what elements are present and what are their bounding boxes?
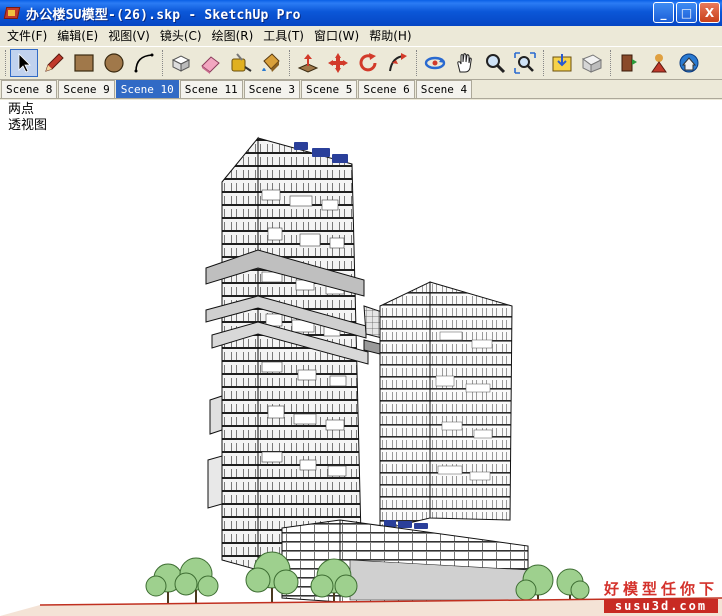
- get-models-tool-button[interactable]: [548, 49, 576, 77]
- toolbar-separator: [289, 50, 292, 76]
- zoom-tool-button[interactable]: [481, 49, 509, 77]
- pencil-icon: [45, 53, 64, 72]
- scene-tab[interactable]: Scene 9: [58, 80, 115, 98]
- select-tool-button[interactable]: [10, 49, 38, 77]
- arc-tool-button[interactable]: [130, 49, 158, 77]
- scene-tab[interactable]: Scene 11: [179, 80, 243, 98]
- scene-tab[interactable]: Scene 4: [415, 80, 473, 98]
- main-toolbar: [0, 46, 722, 80]
- scene-tab[interactable]: Scene 6: [358, 80, 415, 98]
- building-model: [0, 136, 722, 616]
- component-icon: [171, 55, 191, 72]
- camera-label: 两点 透视图: [8, 102, 47, 134]
- arc-icon: [134, 53, 154, 73]
- geo-location-tool-button[interactable]: [675, 49, 703, 77]
- toolbar-grip[interactable]: [5, 50, 8, 76]
- watermark-main: 好模型任你下: [603, 580, 718, 598]
- title-bar[interactable]: 办公楼SU模型-(26).skp - SketchUp Pro _ □ X: [0, 0, 722, 26]
- menu-bar: 文件(F) 编辑(E) 视图(V) 镜头(C) 绘图(R) 工具(T) 窗口(W…: [0, 26, 722, 46]
- orbit-icon: [424, 56, 446, 70]
- close-button[interactable]: X: [699, 2, 720, 23]
- rectangle-tool-button[interactable]: [70, 49, 98, 77]
- move-icon: [328, 53, 348, 73]
- zoom-extents-tool-button[interactable]: [511, 49, 539, 77]
- line-tool-button[interactable]: [40, 49, 68, 77]
- pan-tool-button[interactable]: [451, 49, 479, 77]
- sketchup-app-icon[interactable]: [3, 5, 21, 21]
- pan-hand-icon: [457, 53, 472, 73]
- rectangle-icon: [74, 54, 94, 72]
- extension-icon: [651, 54, 667, 73]
- paint-bucket-icon: [262, 53, 280, 72]
- follow-me-icon: [389, 53, 407, 72]
- get-models-icon: [552, 54, 572, 72]
- menu-file[interactable]: 文件(F): [2, 26, 52, 46]
- menu-window[interactable]: 窗口(W): [309, 26, 364, 46]
- menu-draw[interactable]: 绘图(R): [207, 26, 259, 46]
- toolbar-separator: [543, 50, 546, 76]
- zoom-extents-icon: [514, 52, 536, 74]
- share-model-icon: [581, 54, 603, 73]
- orbit-tool-button[interactable]: [421, 49, 449, 77]
- tape-measure-tool-button[interactable]: [227, 49, 255, 77]
- window-title: 办公楼SU模型-(26).skp - SketchUp Pro: [26, 7, 301, 23]
- follow-me-tool-button[interactable]: [384, 49, 412, 77]
- maximize-button[interactable]: □: [676, 2, 697, 23]
- paint-bucket-tool-button[interactable]: [257, 49, 285, 77]
- window-controls: _ □ X: [653, 2, 720, 23]
- circle-tool-button[interactable]: [100, 49, 128, 77]
- menu-help[interactable]: 帮助(H): [364, 26, 416, 46]
- camera-label-line1: 两点: [8, 102, 35, 117]
- menu-tools[interactable]: 工具(T): [258, 26, 309, 46]
- scene-tab[interactable]: Scene 8: [1, 80, 58, 98]
- watermark: 好模型任你下 susu3d.com: [603, 578, 718, 613]
- share-component-tool-button[interactable]: [615, 49, 643, 77]
- move-tool-button[interactable]: [324, 49, 352, 77]
- geo-location-icon: [679, 53, 699, 73]
- toolbar-separator: [610, 50, 613, 76]
- eraser-icon: [201, 56, 220, 74]
- eraser-tool-button[interactable]: [197, 49, 225, 77]
- push-pull-tool-button[interactable]: [294, 49, 322, 77]
- rotate-tool-button[interactable]: [354, 49, 382, 77]
- scene-tab[interactable]: Scene 5: [301, 80, 358, 98]
- tape-measure-icon: [231, 53, 252, 72]
- toolbar-separator: [162, 50, 165, 76]
- share-component-icon: [621, 54, 637, 72]
- watermark-sub: susu3d.com: [603, 599, 718, 613]
- arrow-cursor-icon: [18, 53, 31, 73]
- rotate-icon: [359, 53, 377, 72]
- camera-label-line2: 透视图: [8, 118, 48, 133]
- scene-tab-active[interactable]: Scene 10: [115, 80, 179, 98]
- scene-tab[interactable]: Scene 3: [243, 80, 301, 98]
- push-pull-icon: [297, 54, 319, 73]
- menu-edit[interactable]: 编辑(E): [52, 26, 103, 46]
- toolbar-separator: [416, 50, 419, 76]
- menu-camera[interactable]: 镜头(C): [155, 26, 207, 46]
- zoom-icon: [486, 54, 506, 74]
- model-viewport[interactable]: 两点 透视图 好模型任你下 susu3d.com: [0, 100, 722, 616]
- menu-view[interactable]: 视图(V): [103, 26, 155, 46]
- extension-tool-button[interactable]: [645, 49, 673, 77]
- minimize-button[interactable]: _: [653, 2, 674, 23]
- circle-icon: [104, 53, 124, 73]
- make-component-tool-button[interactable]: [167, 49, 195, 77]
- share-model-tool-button[interactable]: [578, 49, 606, 77]
- scene-tab-bar: Scene 8 Scene 9 Scene 10 Scene 11 Scene …: [0, 80, 722, 99]
